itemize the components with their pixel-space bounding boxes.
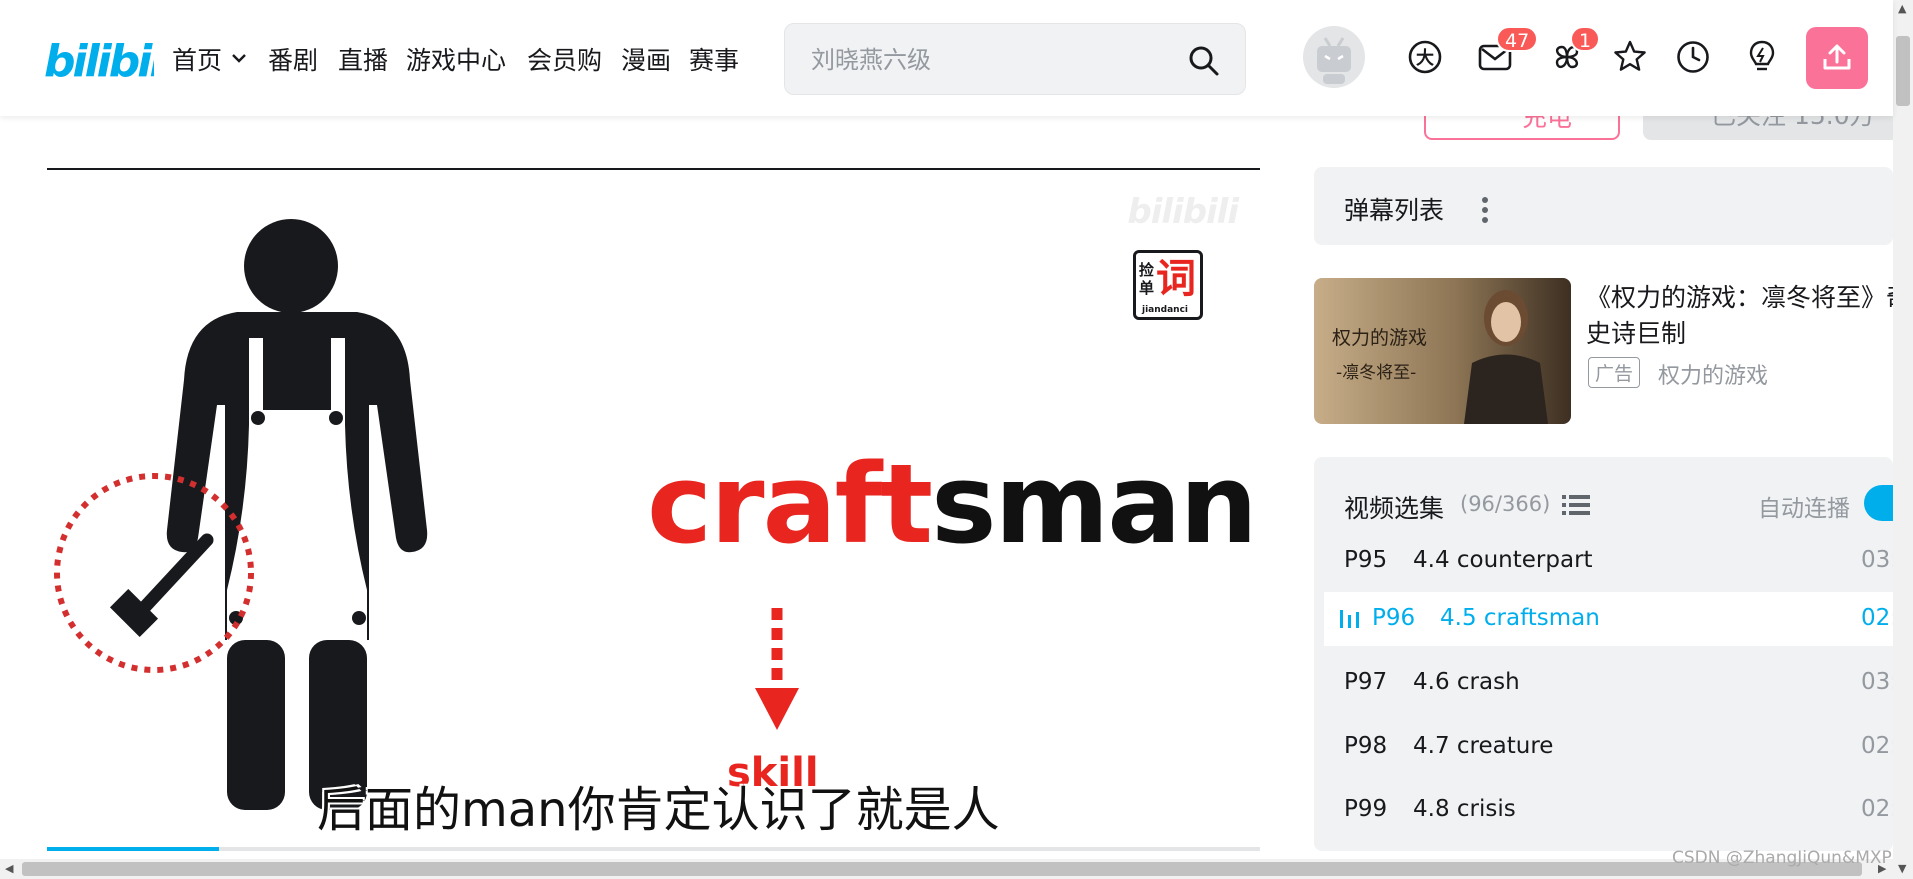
ad-card[interactable]: 权力的游戏 -凛冬将至- 《权力的游戏：凛冬将至》奇史诗巨制 广告 权力的游戏 [1314, 278, 1911, 424]
ad-source[interactable]: 权力的游戏 [1658, 358, 1768, 390]
ad-thumbnail[interactable]: 权力的游戏 -凛冬将至- [1314, 278, 1571, 424]
episode-title: 4.6 crash [1413, 669, 1520, 695]
ad-tag: 广告 [1588, 357, 1641, 388]
craftsman-figure-illustration [54, 219, 428, 810]
video-subtitle: 后面的man你肯定认识了就是人 [317, 782, 1000, 838]
playlist-item[interactable]: P95 4.4 counterpart 03: [1324, 534, 1893, 588]
episode-duration: 02: [1861, 733, 1893, 759]
episode-duration: 02: [1861, 605, 1893, 631]
svg-text:bilibili: bilibili [44, 36, 154, 86]
word-highlight: craft [647, 440, 933, 568]
nav-live[interactable]: 直播 [338, 41, 388, 77]
big-member-icon[interactable]: 大 [1406, 38, 1444, 76]
nav-esports[interactable]: 赛事 [689, 41, 739, 77]
jiandanci-logo: 捡单 词 jiandanci [1133, 250, 1203, 320]
dynamics-count-badge: 1 [1570, 26, 1601, 52]
vertical-scroll-thumb[interactable] [1896, 36, 1910, 106]
ad-character-image [1464, 290, 1548, 424]
scroll-left-icon[interactable]: ◀ [5, 862, 13, 875]
playlist-count: (96/366) [1460, 492, 1551, 516]
vocabulary-word: craftsman [647, 440, 1258, 568]
episode-duration: 02: [1861, 796, 1893, 822]
brand-logo-chars: 捡单 [1139, 261, 1155, 297]
episode-duration: 03: [1861, 669, 1893, 695]
progress-track[interactable] [47, 847, 1260, 851]
nav-home[interactable]: 首页 [172, 41, 222, 77]
danmaku-list-header[interactable]: 弹幕列表 [1314, 167, 1893, 245]
creative-center-icon[interactable] [1743, 38, 1781, 76]
history-icon[interactable] [1674, 38, 1712, 76]
down-arrow-icon [755, 608, 799, 730]
nav-anime[interactable]: 番剧 [268, 41, 318, 77]
episode-number: P98 [1344, 733, 1388, 759]
episode-number: P97 [1344, 669, 1388, 695]
episode-number: P95 [1344, 547, 1388, 573]
playlist-item-active[interactable]: P96 4.5 craftsman 02: [1324, 592, 1893, 646]
search-icon[interactable] [1187, 44, 1221, 78]
ad-thumb-subtitle: -凛冬将至- [1336, 363, 1417, 383]
bilibili-logo[interactable]: bilibili [42, 28, 154, 86]
horizontal-scroll-thumb[interactable] [22, 862, 1862, 876]
brand-logo-big-char: 词 [1156, 256, 1196, 302]
favorites-icon[interactable] [1611, 38, 1649, 76]
playlist-item[interactable]: P97 4.6 crash 03: [1324, 656, 1893, 710]
ad-thumb-title: 权力的游戏 [1332, 327, 1428, 349]
chevron-down-icon[interactable] [229, 48, 249, 68]
more-vertical-icon[interactable] [1480, 195, 1490, 225]
nav-game-center[interactable]: 游戏中心 [406, 41, 506, 77]
episode-number: P96 [1372, 605, 1416, 631]
episode-duration: 03: [1861, 547, 1893, 573]
csdn-watermark: CSDN @ZhangJiQun&MXP [1672, 848, 1892, 868]
ad-title[interactable]: 《权力的游戏：凛冬将至》奇史诗巨制 [1586, 280, 1913, 352]
search-input[interactable] [811, 44, 1191, 76]
nav-vip-shop[interactable]: 会员购 [527, 41, 602, 77]
scroll-down-icon[interactable]: ▼ [1898, 862, 1906, 875]
message-count-badge: 47 [1496, 26, 1539, 52]
top-header: bilibili 首页 番剧 直播 游戏中心 会员购 漫画 赛事 大 47 [0, 0, 1893, 116]
video-player[interactable]: bilibili 捡单 词 jiandanci craftsman skill … [47, 168, 1260, 851]
progress-fill [47, 847, 220, 851]
vertical-scrollbar[interactable]: ▲ ▼ [1893, 0, 1913, 879]
episode-title: 4.4 counterpart [1413, 547, 1593, 573]
search-bar[interactable] [784, 23, 1246, 95]
danmaku-list-title: 弹幕列表 [1344, 196, 1445, 225]
nav-manga[interactable]: 漫画 [621, 41, 671, 77]
bilibili-watermark: bilibili [1127, 192, 1239, 232]
horizontal-scrollbar[interactable]: ◀ ▶ [0, 859, 1893, 879]
autoplay-label: 自动连播 [1758, 496, 1850, 522]
playlist-title: 视频选集 [1344, 494, 1445, 523]
upload-icon [1823, 44, 1851, 70]
episode-title: 4.5 craftsman [1440, 605, 1600, 631]
episode-number: P99 [1344, 796, 1388, 822]
autoplay-toggle[interactable] [1864, 485, 1893, 521]
svg-text:大: 大 [1416, 47, 1434, 69]
word-rest: sman [931, 440, 1258, 568]
upload-button[interactable] [1806, 27, 1868, 89]
scroll-up-icon[interactable]: ▲ [1898, 2, 1906, 15]
playlist-item[interactable]: P99 4.8 crisis 02: [1324, 783, 1893, 837]
video-playlist: 视频选集 (96/366) 自动连播 P95 4.4 counterpart 0… [1314, 457, 1893, 851]
episode-title: 4.8 crisis [1413, 796, 1516, 822]
playlist-item[interactable]: P98 4.7 creature 02: [1324, 720, 1893, 774]
brand-logo-sub: jiandanci [1142, 305, 1188, 315]
avatar[interactable] [1303, 26, 1365, 88]
list-view-icon[interactable] [1562, 493, 1590, 517]
episode-title: 4.7 creature [1413, 733, 1554, 759]
tv-mascot-icon [1317, 37, 1351, 84]
now-playing-icon [1340, 610, 1359, 628]
